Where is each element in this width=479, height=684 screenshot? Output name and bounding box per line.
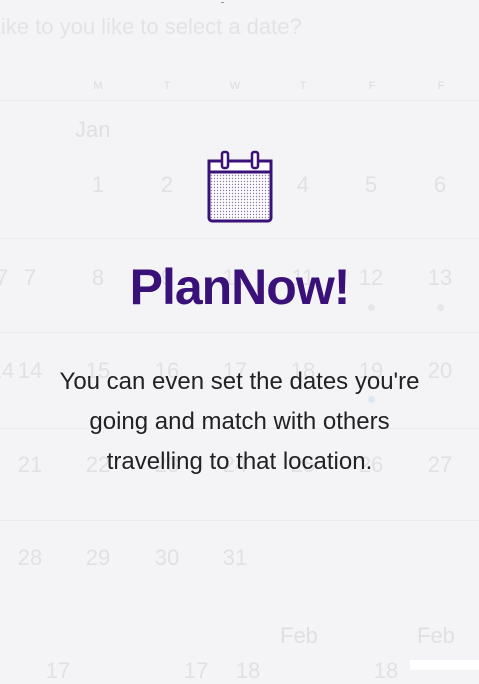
calendar-icon <box>207 150 273 229</box>
onboarding-overlay: PlanNow! You can even set the dates you'… <box>0 0 479 670</box>
brand-logo-text: PlanNow! <box>129 259 351 315</box>
bottom-edge-panel <box>410 660 479 670</box>
onboarding-message: You can even set the dates you're going … <box>59 368 420 475</box>
